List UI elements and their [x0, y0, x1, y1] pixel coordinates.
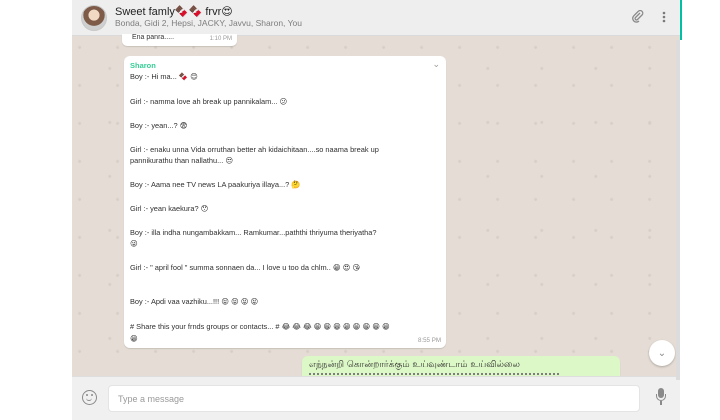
message-line: Boy :- yean...? 😨: [130, 121, 188, 130]
scroll-down-button[interactable]: ⌄: [649, 340, 675, 366]
message-line: pannikurathu than nallathu... 😒: [130, 156, 234, 165]
header-actions: [632, 0, 666, 36]
scrollbar[interactable]: [676, 40, 680, 380]
message-bubble[interactable]: Sharon ⌄ Boy :- Hi ma... 🍫 😊 Girl :- nam…: [124, 56, 446, 348]
chat-header-text[interactable]: Sweet famly🍫🍫 frvr😍 Bonda, Gidi 2, Hepsi…: [115, 6, 302, 28]
message-line: 😜: [130, 239, 138, 248]
message-line: Girl :- namma love ah break up pannikala…: [130, 97, 288, 106]
chat-header[interactable]: Sweet famly🍫🍫 frvr😍 Bonda, Gidi 2, Hepsi…: [72, 0, 680, 36]
message-input[interactable]: [108, 385, 640, 412]
message-line: Boy :- Hi ma... 🍫 😊: [130, 72, 198, 81]
message-sender[interactable]: Sharon: [130, 61, 156, 70]
emoji-icon[interactable]: [82, 390, 97, 405]
message-line: Boy :- illa indha nungambakkam... Ramkum…: [130, 228, 377, 237]
message-line: 😁: [130, 334, 138, 343]
message-line: # Share this your frnds groups or contac…: [130, 322, 390, 331]
outgoing-message-text: எந்நன்றி கொன்றார்க்கும் உய்வுண்டாம் உய்வ…: [309, 360, 520, 370]
microphone-icon[interactable]: [654, 387, 668, 409]
message-line: Girl :- yean kaekura? 😯: [130, 204, 209, 213]
outgoing-message-bubble[interactable]: எந்நன்றி கொன்றார்க்கும் உய்வுண்டாம் உய்வ…: [302, 356, 620, 378]
message-line: Boy :- Apdi vaa vazhiku...!!! 😝 😝 😝 😝: [130, 297, 259, 306]
message-time: 8:55 PM: [417, 337, 441, 344]
previous-message-text: Ena panra.....: [132, 34, 175, 41]
group-members: Bonda, Gidi 2, Hepsi, JACKY, Javvu, Shar…: [115, 17, 302, 28]
chevron-down-icon: ⌄: [657, 347, 667, 359]
previous-message-time: 1:10 PM: [209, 36, 232, 42]
group-avatar[interactable]: [81, 4, 107, 31]
window-edge-accent: [680, 0, 682, 40]
message-line: Girl :- enaku unna Vida orruthan better …: [130, 145, 379, 154]
previous-message-bubble[interactable]: Ena panra..... 1:10 PM: [122, 34, 237, 46]
message-line: Boy :- Aama nee TV news LA paakuriya ill…: [130, 180, 301, 189]
kebab-menu-icon[interactable]: [662, 10, 666, 27]
chevron-down-icon[interactable]: ⌄: [432, 59, 440, 70]
whatsapp-chat-window: Sweet famly🍫🍫 frvr😍 Bonda, Gidi 2, Hepsi…: [72, 0, 680, 420]
paperclip-icon[interactable]: [632, 9, 644, 27]
message-line: Girl :- " april fool " summa sonnaen da.…: [130, 263, 361, 272]
message-composer: [72, 376, 680, 420]
